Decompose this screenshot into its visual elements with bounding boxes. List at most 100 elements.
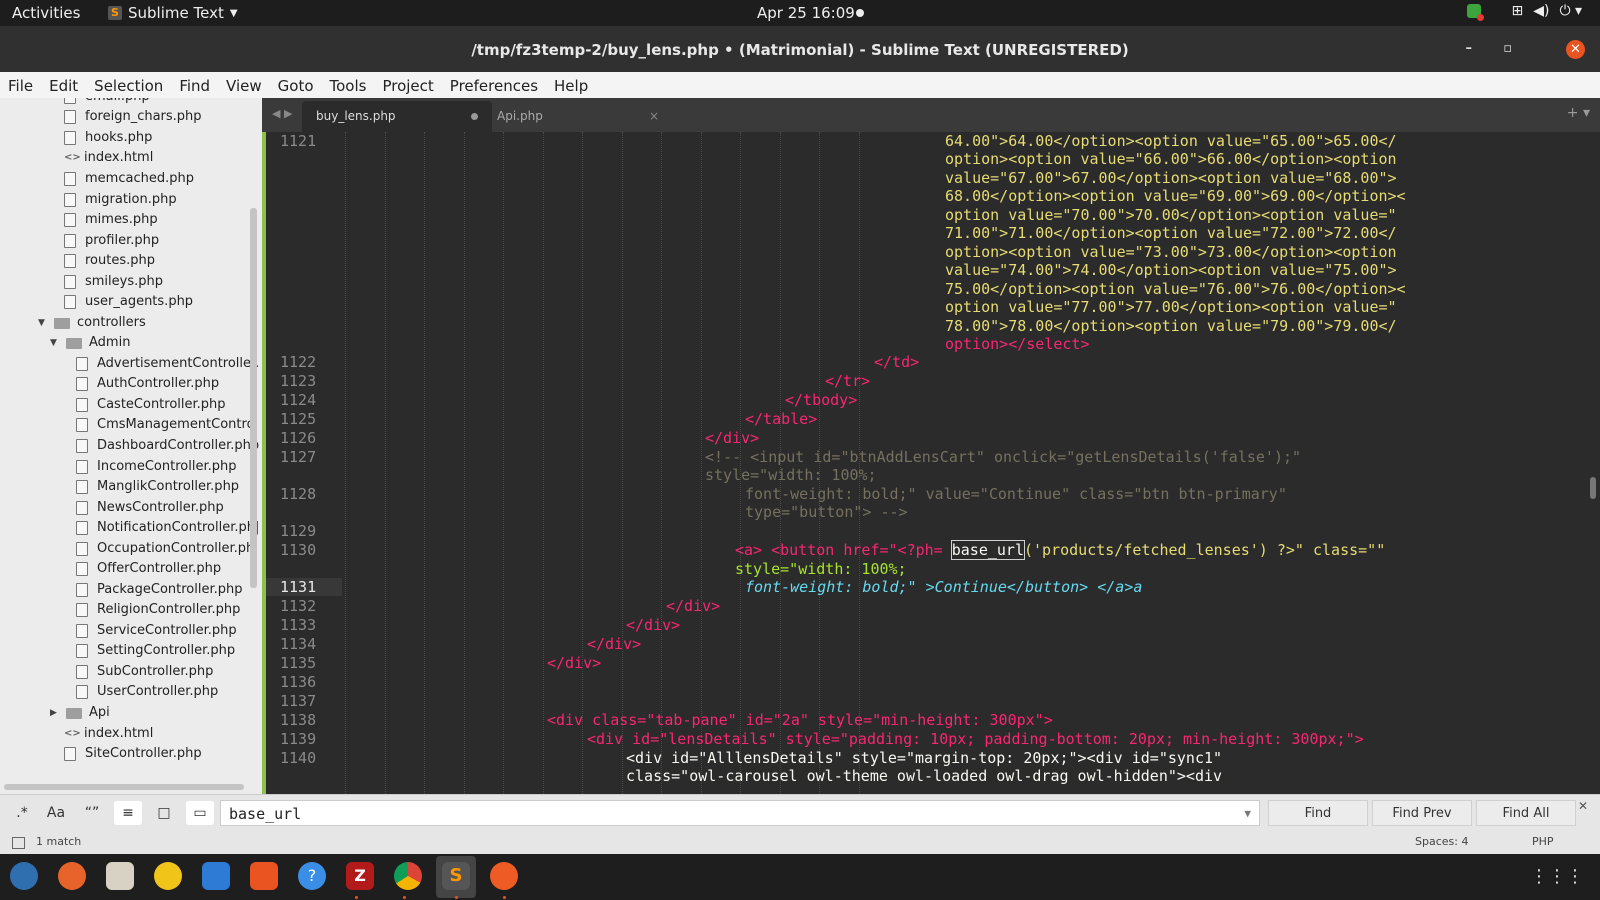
thunderbird-icon[interactable] <box>10 862 38 890</box>
menu-selection[interactable]: Selection <box>86 72 171 98</box>
files-icon[interactable] <box>106 862 134 890</box>
sidebar-item-label: ServiceController.php <box>97 623 237 638</box>
close-icon[interactable]: ✕ <box>1566 40 1585 59</box>
sidebar-item-user-agents[interactable]: user_agents.php <box>64 292 193 312</box>
volume-icon[interactable]: ◀) <box>1533 3 1549 19</box>
sidebar-item-service[interactable]: ServiceController.php <box>76 621 237 641</box>
sidebar-item-user[interactable]: UserController.php <box>76 682 218 702</box>
find-button[interactable]: Find <box>1268 800 1368 826</box>
collapsed-arrow-icon[interactable]: ▶ <box>50 703 60 723</box>
postman-icon[interactable] <box>490 862 518 890</box>
menu-file[interactable]: File <box>0 72 41 98</box>
panel-toggle-icon[interactable] <box>12 837 25 849</box>
find-input-value: base_url <box>229 805 302 823</box>
sidebar-item-sub[interactable]: SubController.php <box>76 662 213 682</box>
tab-nav-arrows-icon[interactable]: ◀ ▶ <box>272 107 292 120</box>
running-indicator <box>403 896 406 899</box>
sidebar-item-dashboard[interactable]: DashboardController.php <box>76 436 259 456</box>
close-find-icon[interactable]: ✕ <box>1578 799 1588 813</box>
sidebar-item-hooks[interactable]: hooks.php <box>64 128 152 148</box>
highlight-matches-toggle[interactable]: ▭ <box>186 801 214 825</box>
rhythmbox-icon[interactable] <box>154 862 182 890</box>
menu-project[interactable]: Project <box>374 72 441 98</box>
menu-view[interactable]: View <box>218 72 270 98</box>
network-icon[interactable]: ⊞ <box>1511 3 1523 19</box>
menu-goto[interactable]: Goto <box>270 72 322 98</box>
activities-button[interactable]: Activities <box>12 4 80 22</box>
find-input[interactable]: base_url ▼ <box>220 800 1260 826</box>
sidebar-item-label: memcached.php <box>85 171 194 186</box>
sidebar-folder-admin[interactable]: ▼ Admin <box>50 333 130 353</box>
code-editor[interactable]: 1121 1122 1123 1124 1125 1126 1127 1128 … <box>262 132 1600 794</box>
menu-tools[interactable]: Tools <box>322 72 375 98</box>
maximize-icon[interactable]: ▫ <box>1503 41 1512 56</box>
update-icon[interactable] <box>1467 4 1485 21</box>
sidebar-item-religion[interactable]: ReligionController.php <box>76 600 240 620</box>
sidebar-item-mimes[interactable]: mimes.php <box>64 210 158 230</box>
sidebar-item-occupation[interactable]: OccupationController.ph| <box>76 539 259 559</box>
in-selection-toggle[interactable]: □ <box>150 801 178 825</box>
help-icon[interactable]: ? <box>298 862 326 890</box>
sidebar-item-income[interactable]: IncomeController.php <box>76 457 236 477</box>
sidebar-item-notification[interactable]: NotificationController.ph| <box>76 518 259 538</box>
system-tray[interactable]: ⊞ ◀) ⏻ ▾ <box>1467 3 1582 21</box>
window-titlebar: /tmp/fz3temp-2/buy_lens.php • (Matrimoni… <box>0 26 1600 72</box>
sidebar-horizontal-scrollbar[interactable] <box>4 784 244 790</box>
find-prev-button[interactable]: Find Prev <box>1372 800 1472 826</box>
sidebar-item-migration[interactable]: migration.php <box>64 190 177 210</box>
sidebar-item-index-html[interactable]: <> index.html <box>64 148 153 168</box>
wrap-toggle[interactable]: ≡ <box>114 801 142 825</box>
menu-find[interactable]: Find <box>171 72 218 98</box>
regex-toggle[interactable]: .* <box>8 801 36 825</box>
apps-grid-icon[interactable]: ⋮⋮⋮ <box>1530 866 1584 887</box>
sublime-icon[interactable]: S <box>442 862 470 890</box>
menu-help[interactable]: Help <box>546 72 596 98</box>
sidebar-item-setting[interactable]: SettingController.php <box>76 641 235 661</box>
sidebar-item-smileys[interactable]: smileys.php <box>64 272 163 292</box>
firefox-icon[interactable] <box>58 862 86 890</box>
sidebar-vertical-scrollbar[interactable] <box>250 208 257 588</box>
expanded-arrow-icon[interactable]: ▼ <box>38 313 48 333</box>
minimize-icon[interactable]: – <box>1466 41 1473 56</box>
sidebar-item-manglik[interactable]: ManglikController.php <box>76 477 239 497</box>
software-center-icon[interactable] <box>250 862 278 890</box>
sidebar-item-offer[interactable]: OfferController.php <box>76 559 221 579</box>
modified-dot-icon[interactable] <box>471 113 478 120</box>
sidebar-item-memcached[interactable]: memcached.php <box>64 169 194 189</box>
expanded-arrow-icon[interactable]: ▼ <box>50 333 60 353</box>
tab-close-icon[interactable]: × <box>649 101 659 132</box>
sidebar-item-news[interactable]: NewsController.php <box>76 498 224 518</box>
sidebar-item-index-html-2[interactable]: <> index.html <box>64 724 153 744</box>
writer-icon[interactable] <box>202 862 230 890</box>
clock[interactable]: Apr 25 16:09 <box>757 4 855 22</box>
sidebar-folder-api[interactable]: ▶ Api <box>50 703 110 723</box>
editor-vertical-scrollbar[interactable] <box>1590 477 1596 499</box>
tab-buy-lens[interactable]: buy_lens.php <box>302 101 492 132</box>
menu-edit[interactable]: Edit <box>41 72 86 98</box>
sidebar-item-profiler[interactable]: profiler.php <box>64 231 159 251</box>
sidebar-item-foreign-chars[interactable]: foreign_chars.php <box>64 107 202 127</box>
sidebar-item-caste[interactable]: CasteController.php <box>76 395 226 415</box>
tab-api[interactable]: Api.php × <box>483 101 673 132</box>
chrome-icon[interactable] <box>394 862 422 890</box>
sidebar-item-cms[interactable]: CmsManagementControl <box>76 415 258 435</box>
sidebar-folder-controllers[interactable]: ▼ controllers <box>38 313 146 333</box>
syntax-status[interactable]: PHP <box>1532 835 1554 848</box>
indentation-status[interactable]: Spaces: 4 <box>1415 835 1468 848</box>
whole-word-toggle[interactable]: “” <box>78 801 106 825</box>
find-all-button[interactable]: Find All <box>1476 800 1576 826</box>
menu-preferences[interactable]: Preferences <box>442 72 546 98</box>
sidebar-item-auth[interactable]: AuthController.php <box>76 374 219 394</box>
sidebar-item-routes[interactable]: routes.php <box>64 251 155 271</box>
new-tab-icon[interactable]: + ▾ <box>1567 105 1590 121</box>
sidebar-item-site-controller[interactable]: SiteController.php <box>64 744 202 764</box>
sidebar-item-email[interactable]: email.php <box>64 98 150 107</box>
filezilla-icon[interactable]: Z <box>346 862 374 890</box>
power-icon[interactable]: ⏻ ▾ <box>1559 3 1582 19</box>
case-sensitive-toggle[interactable]: Aa <box>42 801 70 825</box>
app-menu[interactable]: S Sublime Text ▼ <box>108 4 238 22</box>
line-number: 1130 <box>280 541 317 559</box>
sidebar-item-advertisement[interactable]: AdvertisementController. <box>76 354 259 374</box>
history-dropdown-icon[interactable]: ▼ <box>1244 801 1251 827</box>
sidebar-item-package[interactable]: PackageController.php <box>76 580 243 600</box>
